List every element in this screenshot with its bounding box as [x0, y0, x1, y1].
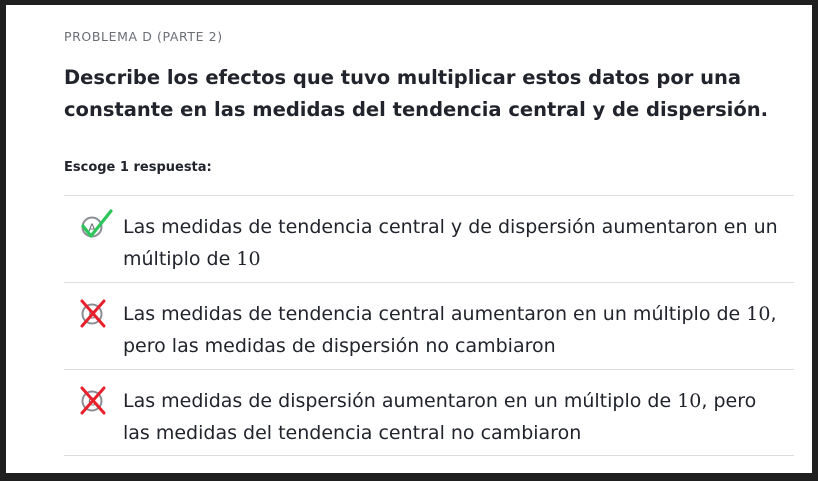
incorrect-x-icon: C — [80, 386, 106, 415]
answer-choice-c[interactable]: C Las medidas de dispersión aumentaron e… — [64, 369, 794, 456]
problem-label: PROBLEMA D (PARTE 2) — [64, 29, 223, 44]
exercise-panel: PROBLEMA D (PARTE 2) Describe los efecto… — [6, 5, 812, 473]
question-text: Describe los efectos que tuvo multiplica… — [64, 66, 769, 121]
incorrect-x-icon: B — [80, 299, 106, 328]
correct-check-icon: A — [81, 209, 113, 238]
choice-text-c: Las medidas de dispersión aumentaron en … — [123, 390, 757, 444]
answer-choice-b[interactable]: B Las medidas de tendencia central aumen… — [64, 282, 794, 369]
answer-instruction: Escoge 1 respuesta: — [64, 160, 212, 175]
answer-choices: A Las medidas de tendencia central y de … — [64, 195, 794, 456]
choice-text-b: Las medidas de tendencia central aumenta… — [123, 303, 777, 357]
choice-text-a: Las medidas de tendencia central y de di… — [123, 216, 778, 270]
answer-choice-a[interactable]: A Las medidas de tendencia central y de … — [64, 195, 794, 282]
